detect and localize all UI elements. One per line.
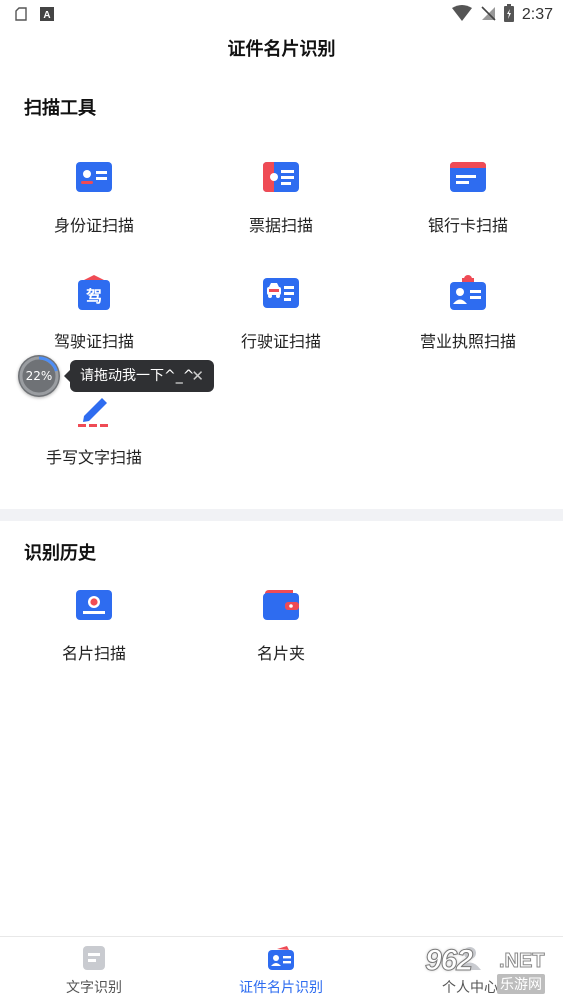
section-divider: [0, 509, 563, 521]
id-card-icon: [9, 158, 179, 202]
tool-label: 驾驶证扫描: [53, 332, 134, 351]
tab-label: 文字识别: [66, 980, 122, 996]
tool-driver-license-scan[interactable]: 驾 驾驶证扫描: [9, 274, 179, 352]
history-card-holder[interactable]: 名片夹: [196, 586, 366, 664]
tool-label: 名片夹: [256, 644, 305, 663]
tool-label: 营业执照扫描: [419, 332, 516, 351]
status-bar: A 2:37: [0, 0, 563, 30]
tool-label: 银行卡扫描: [427, 216, 508, 235]
tool-label: 手写文字扫描: [45, 448, 142, 467]
watermark-sub: 乐游网: [497, 974, 545, 994]
history-business-card-scan[interactable]: 名片扫描: [9, 586, 179, 664]
notification-icon: [14, 6, 28, 25]
site-watermark: 962 .NET 乐游网: [423, 944, 559, 996]
history-title: 识别历史: [24, 543, 96, 564]
ticket-icon: [196, 158, 366, 202]
title-bar: 证件名片识别: [0, 30, 563, 74]
tool-business-license-scan[interactable]: 营业执照扫描: [383, 274, 553, 352]
card-holder-icon: [196, 586, 366, 630]
tool-bank-card-scan[interactable]: 银行卡扫描: [383, 158, 553, 236]
tool-label: 名片扫描: [61, 644, 126, 663]
business-card-icon: [9, 586, 179, 630]
tab-id-card-recognition[interactable]: 证件名片识别: [211, 945, 351, 997]
tooltip-text: 请拖动我一下^_^: [80, 368, 195, 384]
tool-id-card-scan[interactable]: 身份证扫描: [9, 158, 179, 236]
tool-label: 行驶证扫描: [240, 332, 321, 351]
document-icon: [24, 945, 164, 975]
tool-label: 身份证扫描: [53, 216, 134, 235]
no-signal-icon: [480, 5, 496, 25]
driver-license-icon: 驾: [9, 274, 179, 318]
battery-icon: [503, 4, 514, 26]
floating-progress-ball[interactable]: 22%: [18, 355, 60, 397]
tool-label: 票据扫描: [248, 216, 313, 235]
watermark-net: .NET: [499, 950, 546, 973]
tool-ticket-scan[interactable]: 票据扫描: [196, 158, 366, 236]
tool-handwriting-scan[interactable]: 手写文字扫描: [9, 390, 179, 468]
tool-vehicle-license-scan[interactable]: 行驶证扫描: [196, 274, 366, 352]
clock: 2:37: [521, 6, 553, 23]
drag-tooltip: 请拖动我一下^_^ ✕: [64, 360, 214, 392]
scan-tools-title: 扫描工具: [24, 98, 96, 119]
business-license-icon: [383, 274, 553, 318]
svg-text:A: A: [43, 10, 50, 21]
progress-percent: 22%: [25, 369, 53, 383]
bank-card-icon: [383, 158, 553, 202]
close-icon[interactable]: ✕: [191, 360, 204, 392]
wifi-icon: [451, 5, 472, 25]
vehicle-license-icon: [196, 274, 366, 318]
tab-label: 证件名片识别: [239, 980, 323, 996]
page-title: 证件名片识别: [227, 39, 336, 60]
app-a-icon: A: [40, 6, 54, 25]
id-card-tab-icon: [211, 945, 351, 975]
tab-text-recognition[interactable]: 文字识别: [24, 945, 164, 997]
watermark-number: 962: [424, 944, 473, 978]
svg-text:驾: 驾: [85, 287, 102, 306]
